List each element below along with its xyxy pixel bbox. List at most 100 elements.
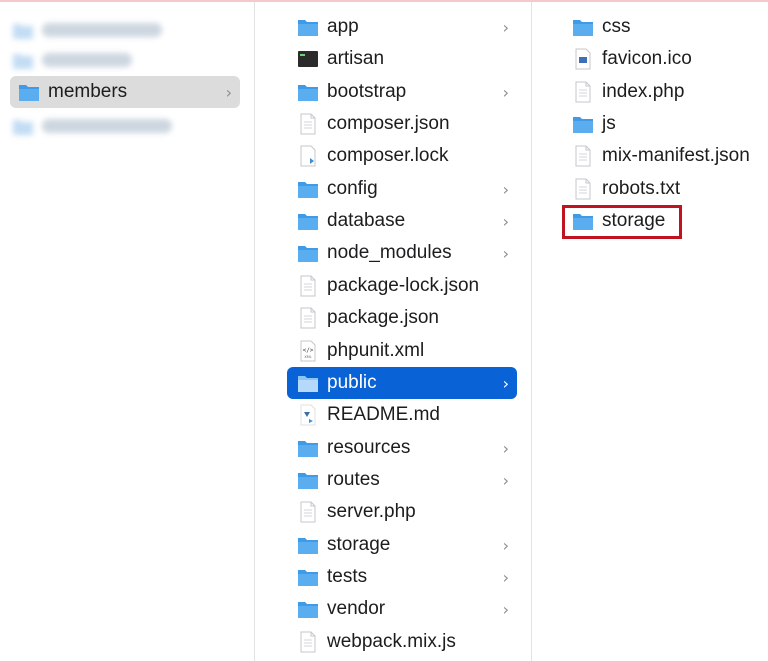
file-row-robots-txt[interactable]: robots.txt xyxy=(570,173,760,205)
document-icon xyxy=(297,631,319,653)
folder-row-resources[interactable]: resources › xyxy=(287,432,517,464)
folder-row-css[interactable]: css xyxy=(570,11,760,43)
document-icon xyxy=(572,81,594,103)
file-label: server.php xyxy=(327,501,416,523)
chevron-right-icon: › xyxy=(502,373,509,393)
column-divider[interactable] xyxy=(531,2,532,661)
folder-label: bootstrap xyxy=(327,80,407,102)
folder-row-config[interactable]: config › xyxy=(287,173,517,205)
folder-row-public[interactable]: public › xyxy=(287,366,517,399)
document-icon xyxy=(297,275,319,297)
file-label: composer.lock xyxy=(327,145,449,167)
chevron-right-icon: › xyxy=(502,600,509,620)
file-row-artisan[interactable]: artisan xyxy=(287,43,517,75)
file-row-package-lock-json[interactable]: package-lock.json xyxy=(287,270,517,302)
file-label: robots.txt xyxy=(602,177,681,199)
chevron-right-icon: › xyxy=(502,179,509,199)
image-document-icon xyxy=(572,48,594,70)
folder-label: routes xyxy=(327,468,380,490)
public-column[interactable]: css favicon.ico index.php js mix-manifest.js… xyxy=(550,2,768,661)
folder-row-routes[interactable]: routes › xyxy=(287,464,517,496)
file-label: mix-manifest.json xyxy=(602,145,750,167)
folder-label: storage xyxy=(327,533,391,555)
folder-icon xyxy=(12,19,34,41)
highlight-annotation xyxy=(562,205,682,239)
file-row-readme-md[interactable]: README.md xyxy=(287,399,517,431)
document-icon xyxy=(572,145,594,167)
folder-icon xyxy=(297,437,319,459)
document-icon xyxy=(297,307,319,329)
document-icon xyxy=(297,501,319,523)
column-divider[interactable] xyxy=(254,2,255,661)
file-row-composer-json[interactable]: composer.json xyxy=(287,108,517,140)
chevron-right-icon: › xyxy=(502,244,509,264)
folder-icon xyxy=(12,115,34,137)
folder-label: tests xyxy=(327,565,368,587)
file-row-composer-lock[interactable]: composer.lock xyxy=(287,140,517,172)
folder-label: vendor xyxy=(327,598,386,620)
folder-icon xyxy=(297,534,319,556)
document-icon xyxy=(572,178,594,200)
folder-row-storage[interactable]: storage › xyxy=(287,529,517,561)
chevron-right-icon: › xyxy=(502,567,509,587)
folder-icon xyxy=(297,598,319,620)
folder-row-js[interactable]: js xyxy=(570,108,760,140)
folder-icon xyxy=(297,469,319,491)
file-label: composer.json xyxy=(327,113,450,135)
folder-row-bootstrap[interactable]: bootstrap › xyxy=(287,76,517,108)
folder-icon xyxy=(572,16,594,38)
folder-row-tests[interactable]: tests › xyxy=(287,561,517,593)
folder-icon xyxy=(297,81,319,103)
file-label: artisan xyxy=(327,48,385,70)
file-row-package-json[interactable]: package.json xyxy=(287,302,517,334)
folder-label: resources xyxy=(327,436,411,458)
file-row-server-php[interactable]: server.php xyxy=(287,496,517,528)
folder-label: css xyxy=(602,16,631,37)
project-column[interactable]: app › artisan bootstrap › composer.json compos… xyxy=(273,2,531,661)
folder-icon xyxy=(572,113,594,135)
file-label: webpack.mix.js xyxy=(327,630,456,652)
file-label: favicon.ico xyxy=(602,48,692,70)
folder-icon xyxy=(297,242,319,264)
xml-document-icon: </> XML xyxy=(297,340,319,362)
folder-label: public xyxy=(327,371,377,393)
folder-row-database[interactable]: database › xyxy=(287,205,517,237)
folder-icon xyxy=(12,49,34,71)
folder-icon xyxy=(18,81,40,103)
file-label: README.md xyxy=(327,404,440,426)
folder-label: js xyxy=(602,113,616,135)
folder-row-node-modules[interactable]: node_modules › xyxy=(287,237,517,269)
file-row-webpack-mix-js[interactable]: webpack.mix.js xyxy=(287,626,517,658)
folder-row-vendor[interactable]: vendor › xyxy=(287,593,517,625)
file-label: phpunit.xml xyxy=(327,339,425,361)
folder-label: database xyxy=(327,210,406,232)
folder-icon xyxy=(297,372,319,394)
folder-label: members xyxy=(48,81,128,102)
blurred-folder-row xyxy=(12,110,240,142)
blurred-folder-row xyxy=(12,14,240,46)
folder-icon xyxy=(297,16,319,38)
lock-document-icon xyxy=(297,145,319,167)
chevron-right-icon: › xyxy=(225,83,232,102)
chevron-right-icon: › xyxy=(502,535,509,555)
svg-text:XML: XML xyxy=(304,355,311,359)
svg-text:</>: </> xyxy=(303,347,314,354)
parent-column[interactable]: members › xyxy=(0,2,254,661)
file-row-index-php[interactable]: index.php xyxy=(570,76,760,108)
file-label: package.json xyxy=(327,307,439,329)
folder-label: node_modules xyxy=(327,242,452,264)
file-row-mix-manifest-json[interactable]: mix-manifest.json xyxy=(570,140,760,172)
chevron-right-icon: › xyxy=(502,470,509,490)
blurred-folder-row xyxy=(12,44,240,76)
folder-label: config xyxy=(327,177,378,199)
folder-row-app[interactable]: app › xyxy=(287,11,517,43)
markdown-document-icon xyxy=(297,404,319,426)
document-icon xyxy=(297,113,319,135)
file-row-phpunit-xml[interactable]: </> XML phpunit.xml xyxy=(287,335,517,367)
folder-label: app xyxy=(327,16,359,37)
terminal-icon xyxy=(297,48,319,70)
file-row-favicon-ico[interactable]: favicon.ico xyxy=(570,43,760,75)
folder-icon xyxy=(297,566,319,588)
folder-row-members[interactable]: members › xyxy=(10,76,240,108)
chevron-right-icon: › xyxy=(502,212,509,232)
